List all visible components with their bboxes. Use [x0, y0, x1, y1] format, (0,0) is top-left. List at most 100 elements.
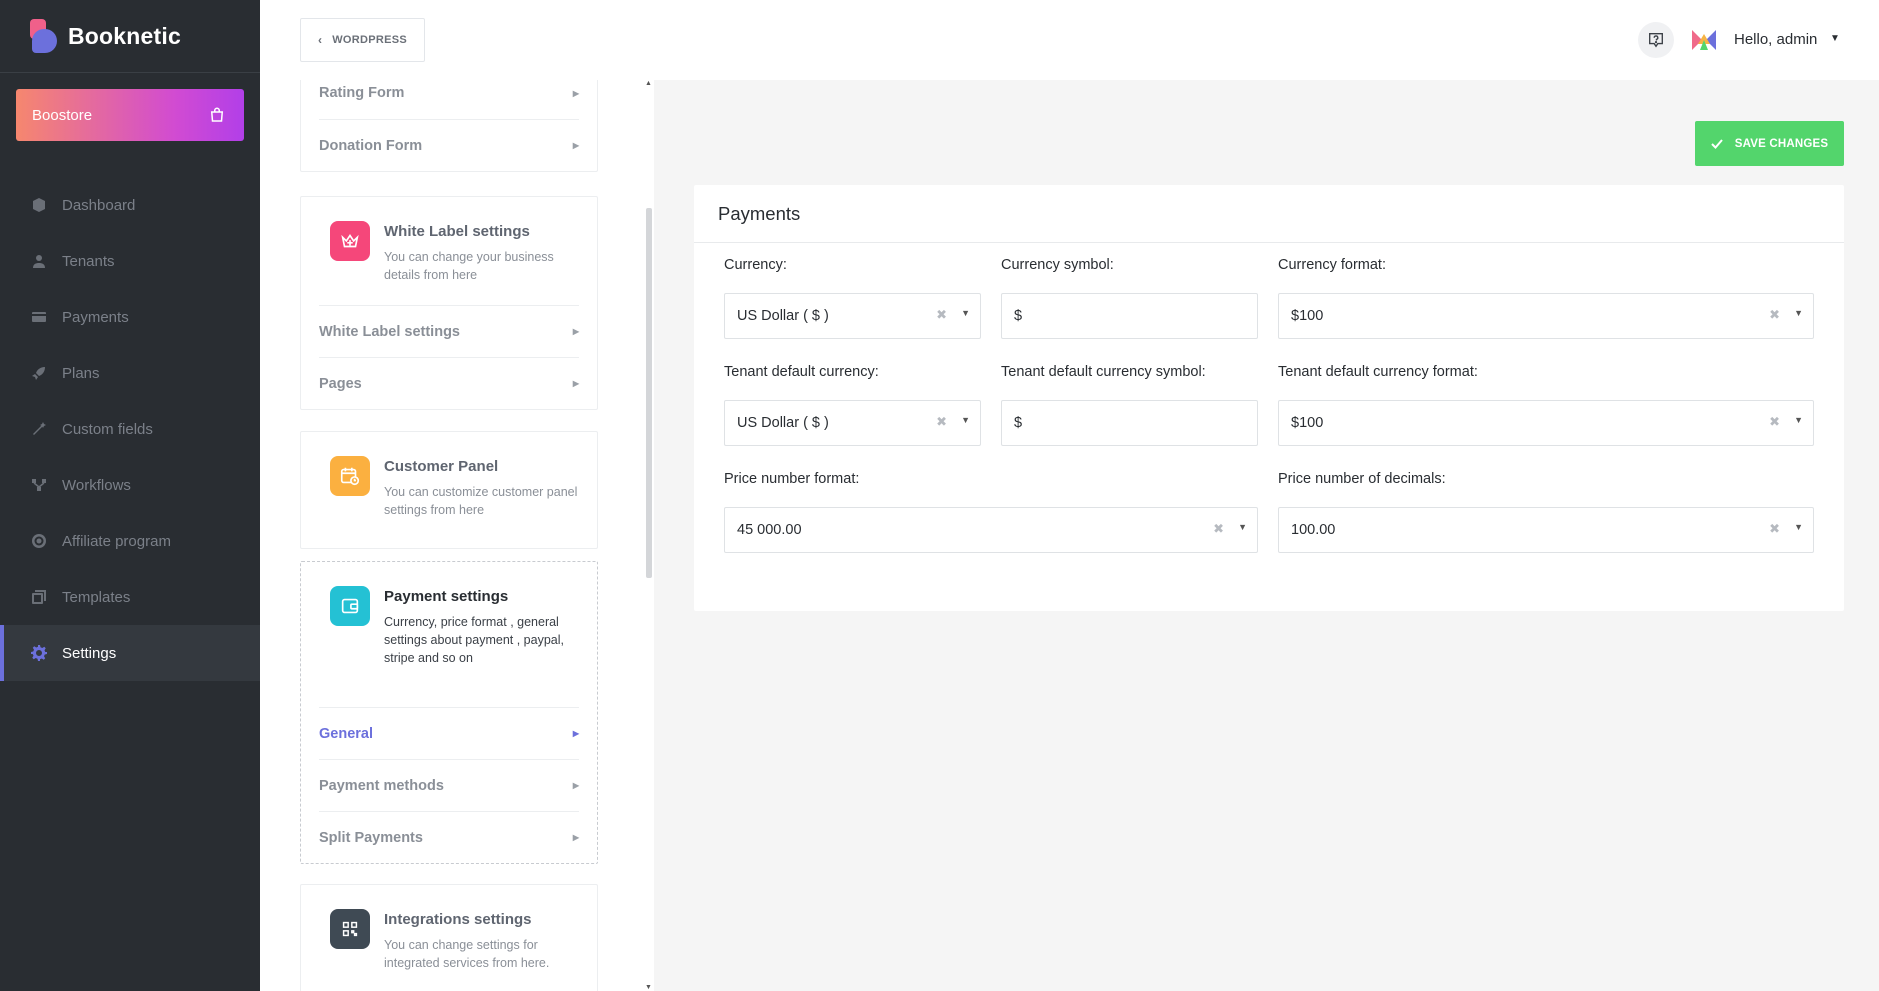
settings-card-payment: Payment settings Currency, price format … — [300, 561, 598, 864]
tenant-default-currency-symbol-field: Tenant default currency symbol: $ — [1001, 364, 1258, 446]
settings-card-customer-panel[interactable]: Customer Panel You can customize custome… — [300, 431, 598, 549]
dropdown-arrow-icon[interactable]: ▼ — [961, 308, 970, 318]
sidebar-item-settings[interactable]: Settings — [0, 625, 260, 681]
dropdown-arrow-icon[interactable]: ▼ — [961, 415, 970, 425]
caret-right-icon: ▶ — [572, 833, 579, 842]
card-title: Payment settings — [384, 588, 509, 605]
tenant-default-currency-symbol-input[interactable]: $ — [1001, 400, 1258, 446]
settings-item-label: White Label settings — [319, 323, 460, 340]
input-value: $ — [1014, 415, 1023, 431]
input-value: $ — [1014, 308, 1023, 324]
card-description: You can change your business details fro… — [384, 250, 554, 282]
shopping-bag-icon — [210, 107, 224, 122]
field-label: Price number of decimals: — [1278, 471, 1446, 487]
settings-item-label: Pages — [319, 375, 362, 392]
wordpress-label: WORDPRESS — [332, 34, 408, 46]
card-header[interactable]: Payment settings Currency, price format … — [301, 562, 597, 707]
brand[interactable]: Booknetic — [0, 0, 260, 73]
save-changes-label: SAVE CHANGES — [1734, 137, 1829, 150]
clear-icon[interactable]: ✖ — [936, 307, 947, 323]
tenant-default-currency-select[interactable]: US Dollar ( $ ) ✖ ▼ — [724, 400, 981, 446]
booknetic-logo-icon — [30, 19, 58, 53]
settings-item-white-label-settings[interactable]: White Label settings ▶ — [319, 305, 579, 357]
card-description: You can change settings for integrated s… — [384, 938, 550, 970]
caret-right-icon: ▶ — [572, 781, 579, 790]
currency-select[interactable]: US Dollar ( $ ) ✖ ▼ — [724, 293, 981, 339]
dropdown-arrow-icon[interactable]: ▼ — [1238, 522, 1247, 532]
sidebar-item-plans[interactable]: Plans — [0, 345, 260, 401]
templates-icon — [31, 589, 47, 605]
settings-item-label: Rating Form — [319, 85, 405, 101]
clear-icon[interactable]: ✖ — [1769, 521, 1780, 537]
cube-icon — [31, 197, 47, 213]
sidebar-item-label: Payments — [62, 308, 129, 326]
workflow-icon — [31, 477, 47, 493]
settings-menu: Rating Form ▶ Donation Form ▶ White Label … — [260, 80, 644, 991]
clear-icon[interactable]: ✖ — [1769, 414, 1780, 430]
panel-title: Payments — [694, 185, 1844, 243]
settings-item-pages[interactable]: Pages ▶ — [319, 357, 579, 409]
select-value: $100 — [1291, 308, 1324, 324]
field-label: Tenant default currency format: — [1278, 364, 1478, 380]
settings-item-split-payments[interactable]: Split Payments ▶ — [319, 811, 579, 863]
select-value: 100.00 — [1291, 522, 1336, 538]
settings-item-donation-form[interactable]: Donation Form ▶ — [319, 119, 579, 171]
settings-card-forms: Rating Form ▶ Donation Form ▶ — [300, 80, 598, 172]
help-chat-icon — [1649, 33, 1663, 48]
sidebar-item-label: Affiliate program — [62, 532, 171, 550]
brand-name: Booknetic — [68, 22, 181, 49]
sidebar-item-tenants[interactable]: Tenants — [0, 233, 260, 289]
wordpress-back-button[interactable]: ‹ WORDPRESS — [300, 18, 425, 62]
caret-right-icon: ▶ — [572, 379, 579, 388]
select-value: $100 — [1291, 415, 1324, 431]
boostore-button[interactable]: Boostore — [16, 89, 244, 141]
settings-card-integrations[interactable]: Integrations settings You can change set… — [300, 884, 598, 991]
help-button[interactable] — [1638, 22, 1674, 58]
clear-icon[interactable]: ✖ — [1213, 521, 1224, 537]
currency-symbol-input[interactable]: $ — [1001, 293, 1258, 339]
field-label: Tenant default currency: — [724, 364, 879, 380]
price-number-of-decimals-field: Price number of decimals: 100.00 ✖ ▼ — [1278, 471, 1814, 553]
save-changes-button[interactable]: SAVE CHANGES — [1695, 121, 1844, 166]
sidebar-item-payments[interactable]: Payments — [0, 289, 260, 345]
settings-item-rating-form[interactable]: Rating Form ▶ — [319, 80, 579, 119]
settings-item-label: Payment methods — [319, 777, 444, 794]
sidebar-item-label: Custom fields — [62, 420, 153, 438]
sidebar-item-affiliate-program[interactable]: Affiliate program — [0, 513, 260, 569]
clear-icon[interactable]: ✖ — [936, 414, 947, 430]
sidebar: Booknetic Boostore Dashboard Tenants Pay… — [0, 0, 260, 991]
scrollbar-thumb[interactable] — [646, 208, 652, 578]
sidebar-item-custom-fields[interactable]: Custom fields — [0, 401, 260, 457]
card-header[interactable]: White Label settings You can change your… — [301, 197, 597, 305]
chevron-down-icon[interactable]: ▼ — [1830, 33, 1840, 44]
settings-item-general[interactable]: General ▶ — [319, 707, 579, 759]
user-icon — [31, 253, 47, 269]
user-greeting[interactable]: Hello, admin — [1734, 31, 1817, 48]
sidebar-item-label: Tenants — [62, 252, 115, 270]
clear-icon[interactable]: ✖ — [1769, 307, 1780, 323]
scroll-down-icon[interactable]: ▼ — [645, 984, 652, 991]
settings-scrollbar[interactable]: ▲ ▼ — [644, 80, 654, 991]
price-number-of-decimals-select[interactable]: 100.00 ✖ ▼ — [1278, 507, 1814, 553]
caret-right-icon: ▶ — [572, 327, 579, 336]
settings-item-label: General — [319, 725, 373, 742]
card-icon — [31, 309, 47, 325]
dropdown-arrow-icon[interactable]: ▼ — [1794, 522, 1803, 532]
wallet-icon — [330, 586, 370, 626]
sidebar-item-workflows[interactable]: Workflows — [0, 457, 260, 513]
chevron-left-icon: ‹ — [317, 33, 323, 47]
user-avatar-logo-icon[interactable] — [1690, 26, 1718, 54]
settings-item-payment-methods[interactable]: Payment methods ▶ — [319, 759, 579, 811]
tenant-default-currency-format-field: Tenant default currency format: $100 ✖ ▼ — [1278, 364, 1814, 446]
dropdown-arrow-icon[interactable]: ▼ — [1794, 308, 1803, 318]
scroll-up-icon[interactable]: ▲ — [645, 80, 652, 87]
sidebar-item-label: Plans — [62, 364, 100, 382]
sidebar-item-dashboard[interactable]: Dashboard — [0, 177, 260, 233]
price-number-format-select[interactable]: 45 000.00 ✖ ▼ — [724, 507, 1258, 553]
dropdown-arrow-icon[interactable]: ▼ — [1794, 415, 1803, 425]
sidebar-item-templates[interactable]: Templates — [0, 569, 260, 625]
currency-format-select[interactable]: $100 ✖ ▼ — [1278, 293, 1814, 339]
card-header: Customer Panel You can customize custome… — [301, 432, 597, 540]
tenant-default-currency-format-select[interactable]: $100 ✖ ▼ — [1278, 400, 1814, 446]
calendar-clock-icon — [330, 456, 370, 496]
